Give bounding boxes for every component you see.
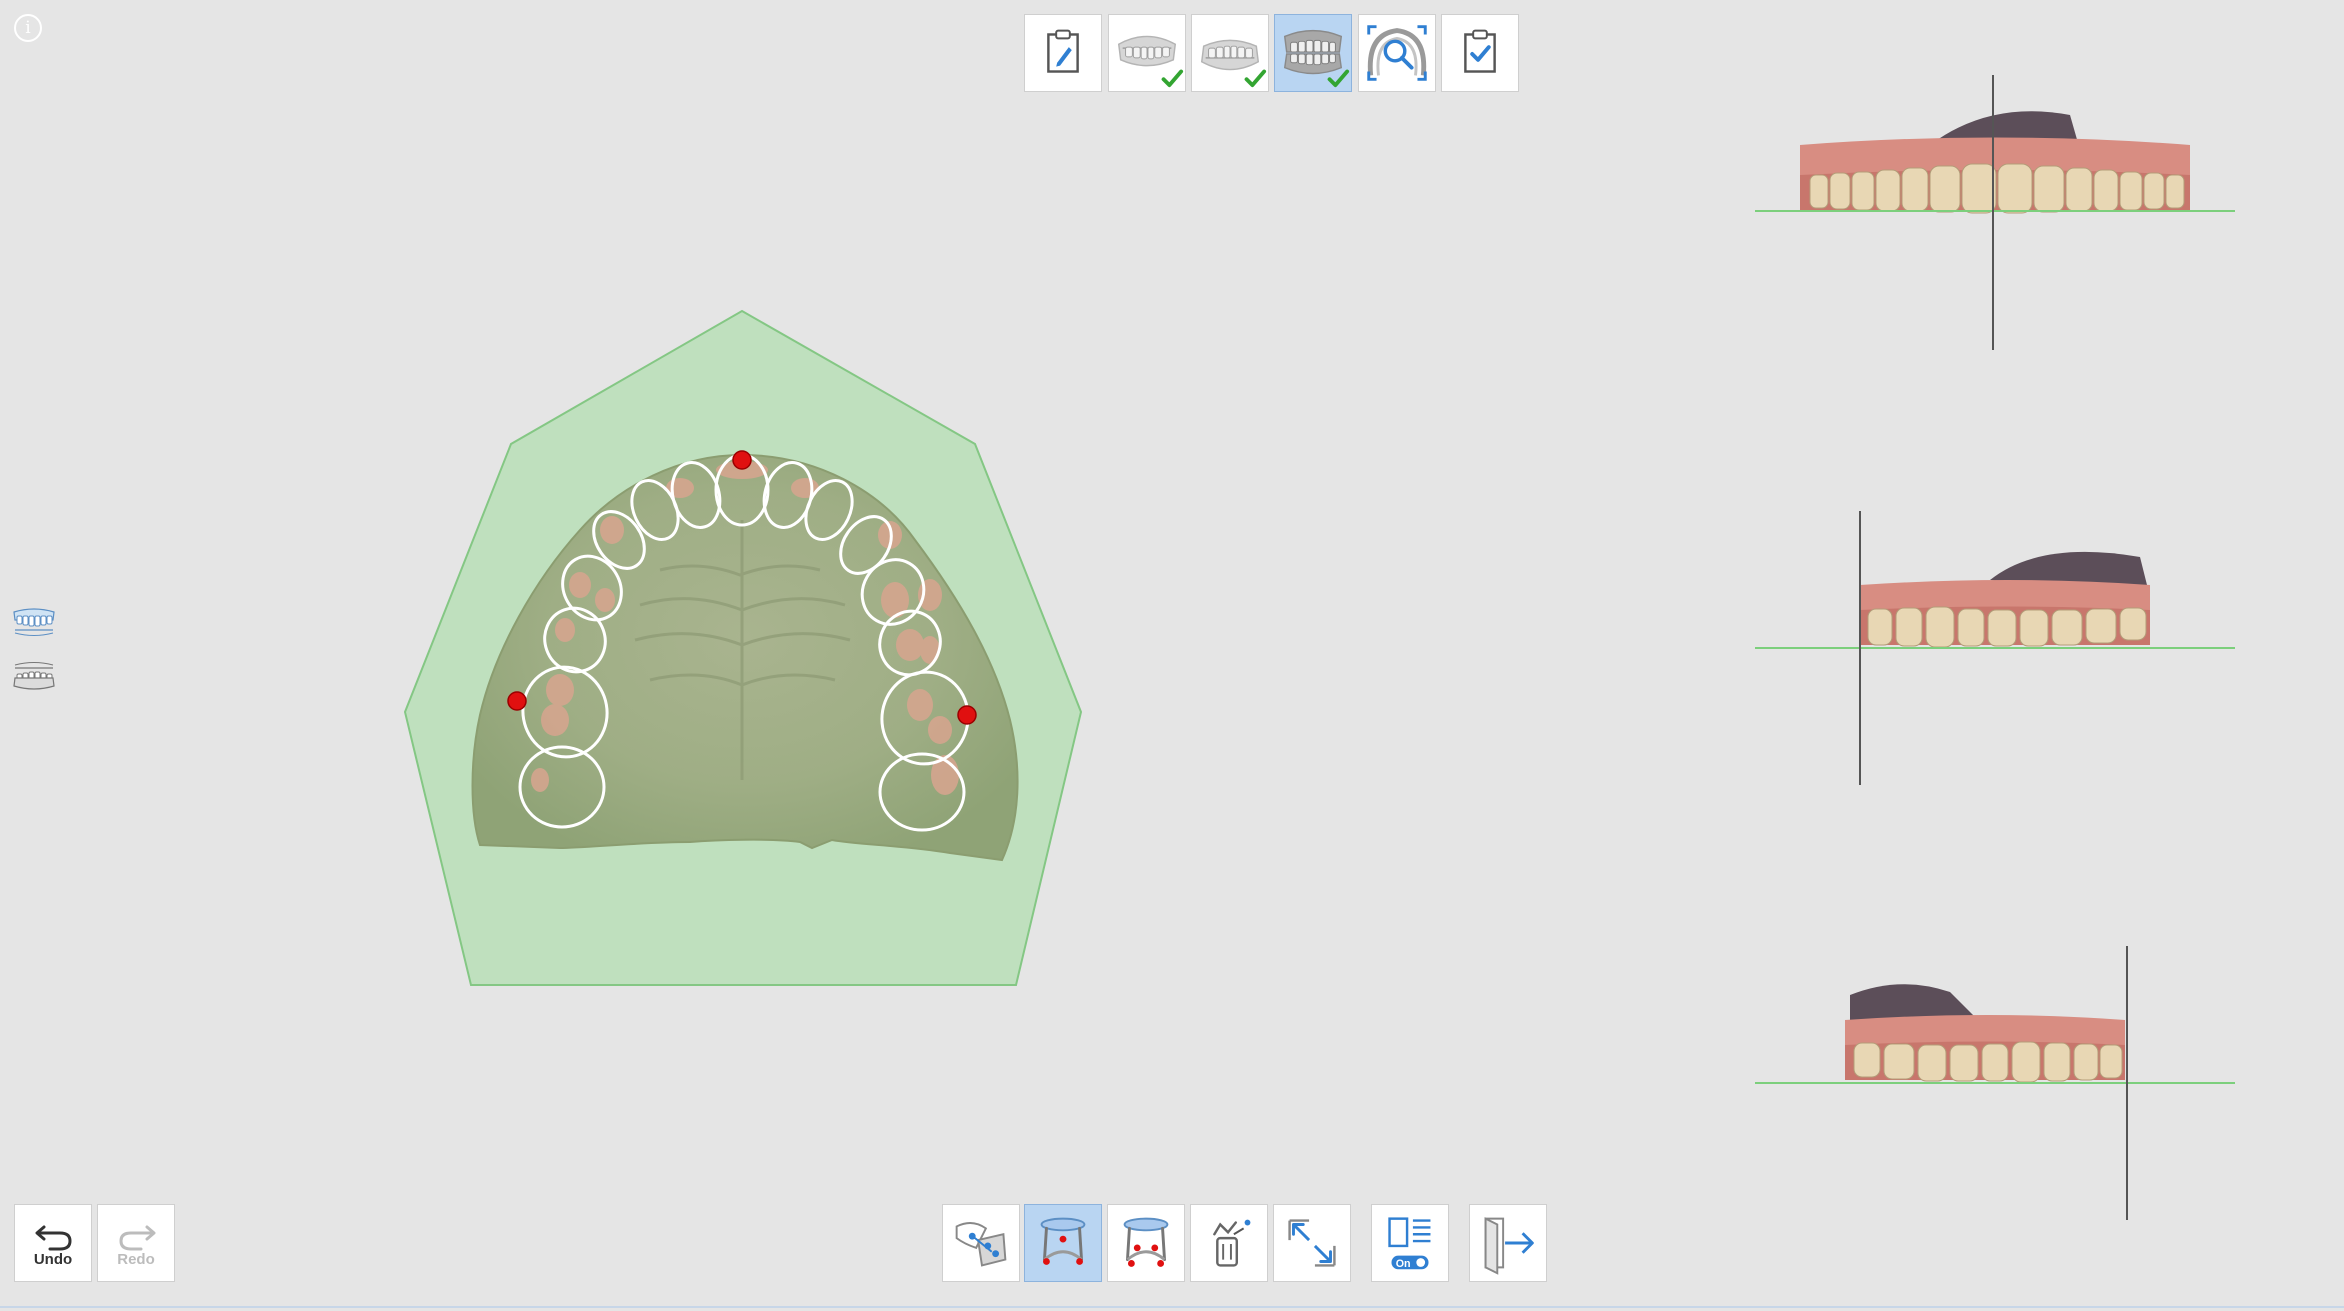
redo-icon: [119, 1225, 156, 1251]
remove-points-icon: [1213, 1219, 1251, 1267]
expand-view-button[interactable]: [1273, 1204, 1351, 1282]
arch-points-lower-button[interactable]: [1107, 1204, 1185, 1282]
undo-label: Undo: [33, 1251, 73, 1268]
arch-points-upper-icon: [1040, 1217, 1086, 1265]
right-side-view-preview: [1755, 511, 2235, 785]
window-bottom-border: [0, 1306, 2344, 1308]
align-points-icon: [955, 1222, 1007, 1267]
landmark-point-incisal[interactable]: [732, 450, 752, 470]
landmark-point-left-molar[interactable]: [957, 705, 977, 725]
undo-button[interactable]: Undo: [14, 1204, 92, 1282]
align-points-button[interactable]: [942, 1204, 1020, 1282]
remove-points-button[interactable]: [1190, 1204, 1268, 1282]
redo-button[interactable]: Redo: [97, 1204, 175, 1282]
layout-toggle-button[interactable]: On: [1371, 1204, 1449, 1282]
exit-icon: [1484, 1217, 1534, 1275]
landmark-point-right-molar[interactable]: [507, 691, 527, 711]
exit-button[interactable]: [1469, 1204, 1547, 1282]
front-view-preview: [1755, 75, 2235, 350]
redo-label: Redo: [117, 1251, 155, 1268]
layout-toggle-label: On: [1396, 1258, 1411, 1270]
arch-points-lower-icon: [1123, 1217, 1169, 1267]
undo-icon: [35, 1225, 72, 1251]
layout-toggle-icon: On: [1388, 1217, 1431, 1270]
expand-view-icon: [1288, 1219, 1336, 1267]
arch-points-upper-button[interactable]: [1024, 1204, 1102, 1282]
left-side-view-preview: [1755, 946, 2235, 1220]
